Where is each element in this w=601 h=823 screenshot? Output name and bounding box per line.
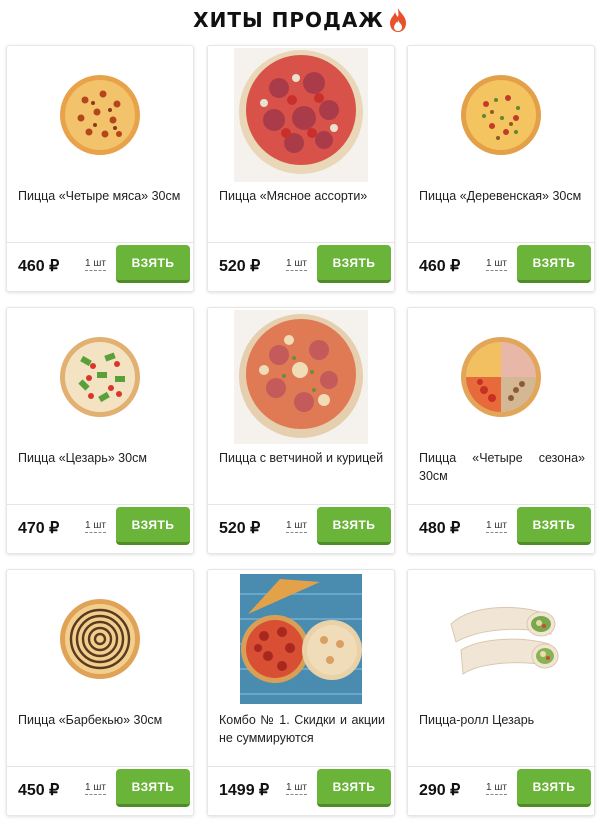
divider [408, 766, 594, 767]
product-price: 520 ₽ [219, 258, 261, 275]
pizza-meat-assorted-image[interactable] [208, 46, 394, 184]
product-name[interactable]: Пицца «Цезарь» 30см [18, 449, 184, 505]
product-name[interactable]: Пицца «Четыре мяса» 30см [18, 187, 184, 243]
product-price: 460 ₽ [18, 258, 60, 275]
product-price: 520 ₽ [219, 520, 261, 537]
quantity-selector[interactable]: 1 шт [286, 520, 307, 533]
divider [208, 242, 394, 243]
divider [208, 504, 394, 505]
pizza-roll-image[interactable] [408, 570, 594, 708]
product-price: 290 ₽ [419, 782, 461, 799]
product-card[interactable]: Комбо № 1. Скидки и акции не суммируются… [207, 569, 395, 816]
section-header: ХИТЫ ПРОДАЖ [0, 6, 601, 34]
product-name[interactable]: Пицца с ветчиной и курицей [219, 449, 385, 505]
combo-image[interactable] [208, 570, 394, 708]
divider [7, 504, 193, 505]
pizza-four-meats-image[interactable] [7, 46, 193, 184]
product-card[interactable]: Пицца «Цезарь» 30см 470 ₽ 1 шт ВЗЯТЬ [6, 307, 194, 554]
divider [7, 242, 193, 243]
divider [408, 242, 594, 243]
quantity-selector[interactable]: 1 шт [486, 520, 507, 533]
quantity-selector[interactable]: 1 шт [486, 782, 507, 795]
product-card[interactable]: Пицца «Мясное ассорти» 520 ₽ 1 шт ВЗЯТЬ [207, 45, 395, 292]
quantity-selector[interactable]: 1 шт [286, 258, 307, 271]
product-name[interactable]: Пицца «Мясное ассорти» [219, 187, 385, 243]
product-price: 460 ₽ [419, 258, 461, 275]
quantity-selector[interactable]: 1 шт [85, 782, 106, 795]
buy-button[interactable]: ВЗЯТЬ [317, 245, 391, 283]
quantity-selector[interactable]: 1 шт [85, 258, 106, 271]
divider [7, 766, 193, 767]
quantity-selector[interactable]: 1 шт [85, 520, 106, 533]
product-price: 480 ₽ [419, 520, 461, 537]
buy-button[interactable]: ВЗЯТЬ [517, 245, 591, 283]
pizza-ham-chicken-image[interactable] [208, 308, 394, 446]
product-name[interactable]: Пицца «Четыре сезона» 30см [419, 449, 585, 505]
product-name[interactable]: Пицца-ролл Цезарь [419, 711, 585, 767]
product-name[interactable]: Пицца «Барбекью» 30см [18, 711, 184, 767]
buy-button[interactable]: ВЗЯТЬ [116, 507, 190, 545]
pizza-rustic-image[interactable] [408, 46, 594, 184]
product-name[interactable]: Комбо № 1. Скидки и акции не суммируются [219, 711, 385, 767]
section-title: ХИТЫ ПРОДАЖ [193, 8, 384, 32]
fire-icon [389, 8, 406, 32]
product-card[interactable]: Пицца «Четыре сезона» 30см 480 ₽ 1 шт ВЗ… [407, 307, 595, 554]
divider [208, 766, 394, 767]
buy-button[interactable]: ВЗЯТЬ [317, 769, 391, 807]
pizza-four-seasons-image[interactable] [408, 308, 594, 446]
product-price: 470 ₽ [18, 520, 60, 537]
buy-button[interactable]: ВЗЯТЬ [517, 507, 591, 545]
product-price: 450 ₽ [18, 782, 60, 799]
pizza-bbq-image[interactable] [7, 570, 193, 708]
buy-button[interactable]: ВЗЯТЬ [116, 769, 190, 807]
product-price: 1499 ₽ [219, 782, 270, 799]
product-card[interactable]: Пицца с ветчиной и курицей 520 ₽ 1 шт ВЗ… [207, 307, 395, 554]
divider [408, 504, 594, 505]
buy-button[interactable]: ВЗЯТЬ [317, 507, 391, 545]
pizza-caesar-image[interactable] [7, 308, 193, 446]
quantity-selector[interactable]: 1 шт [486, 258, 507, 271]
product-card[interactable]: Пицца-ролл Цезарь 290 ₽ 1 шт ВЗЯТЬ [407, 569, 595, 816]
quantity-selector[interactable]: 1 шт [286, 782, 307, 795]
buy-button[interactable]: ВЗЯТЬ [517, 769, 591, 807]
buy-button[interactable]: ВЗЯТЬ [116, 245, 190, 283]
product-card[interactable]: Пицца «Четыре мяса» 30см 460 ₽ 1 шт ВЗЯТ… [6, 45, 194, 292]
product-card[interactable]: Пицца «Барбекью» 30см 450 ₽ 1 шт ВЗЯТЬ [6, 569, 194, 816]
product-name[interactable]: Пицца «Деревенская» 30см [419, 187, 585, 243]
product-card[interactable]: Пицца «Деревенская» 30см 460 ₽ 1 шт ВЗЯТ… [407, 45, 595, 292]
